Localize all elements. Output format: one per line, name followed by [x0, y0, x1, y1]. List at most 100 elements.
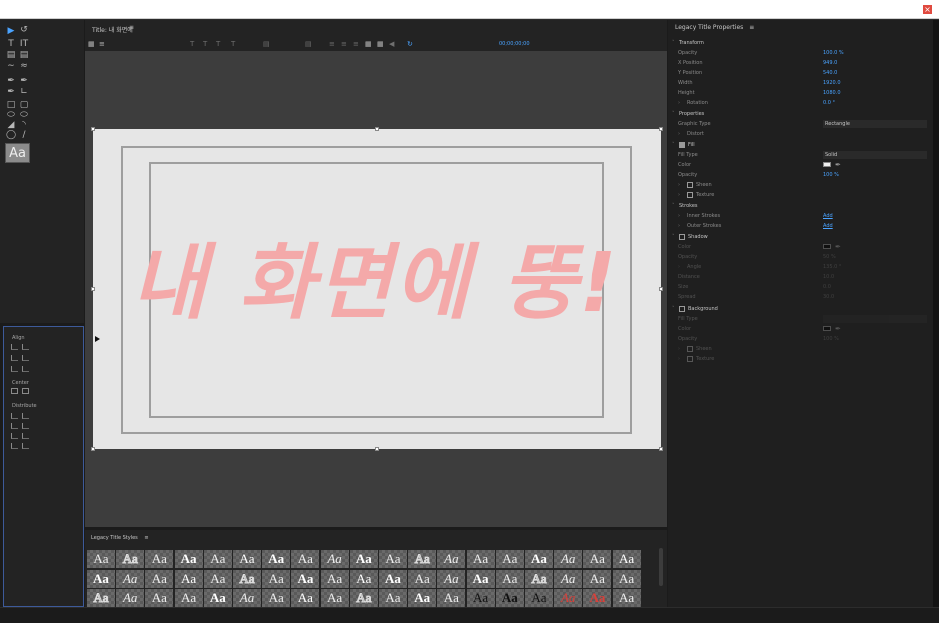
fill-color-swatch[interactable]	[823, 162, 831, 167]
resize-handle-r[interactable]	[659, 287, 663, 291]
clipped-rect-tool-icon[interactable]: ⬭	[5, 110, 17, 120]
style-swatch[interactable]: Aa	[466, 569, 495, 588]
area-type-tool-icon[interactable]: ▤	[5, 50, 17, 60]
style-swatch[interactable]: Aa	[145, 569, 174, 588]
underline-icon[interactable]: T	[216, 40, 220, 48]
align-right-icon[interactable]	[11, 366, 18, 372]
style-swatch[interactable]: Aa	[87, 569, 115, 588]
arc-tool-icon[interactable]: ◝	[18, 120, 30, 130]
style-swatch[interactable]: Aa	[495, 569, 524, 588]
properties-menu-icon[interactable]: ≡	[749, 24, 754, 31]
vertical-area-type-tool-icon[interactable]: ▤	[18, 50, 30, 60]
align-bottom-icon[interactable]	[22, 366, 29, 372]
style-swatch[interactable]: Aa	[408, 589, 437, 607]
prop-row[interactable]: › Outer Strokes Add	[668, 221, 933, 231]
tab-stops-icon[interactable]: ▦	[365, 40, 372, 48]
rounded-rect2-tool-icon[interactable]: ⬭	[18, 110, 30, 120]
prop-row[interactable]: › Inner Strokes Add	[668, 211, 933, 221]
style-swatch[interactable]: Aa	[554, 589, 583, 607]
style-swatch[interactable]: Aa	[116, 569, 145, 588]
style-swatch[interactable]: Aa	[466, 550, 495, 568]
distribute-left-icon[interactable]	[11, 413, 18, 419]
title-viewport[interactable]: 내 화면에 뚱!	[85, 51, 667, 527]
center-horizontal-icon[interactable]	[11, 388, 18, 394]
style-swatch[interactable]: Aa	[495, 550, 524, 568]
sync-icon[interactable]: ↻	[407, 40, 413, 48]
style-swatch[interactable]: Aa	[87, 589, 115, 607]
styles-menu-icon[interactable]: ≡	[144, 535, 148, 541]
roll-crawl-icon[interactable]: ≡	[99, 40, 105, 48]
style-swatch[interactable]: Aa	[525, 589, 553, 607]
leading-icon[interactable]: ▤	[305, 40, 312, 48]
distribute-even-v-icon[interactable]	[22, 443, 29, 449]
distribute-even-h-icon[interactable]	[11, 443, 18, 449]
style-swatch[interactable]: Aa	[466, 589, 495, 607]
texture-checkbox[interactable]	[687, 191, 693, 198]
resize-handle-br[interactable]	[659, 447, 663, 451]
bold-icon[interactable]: T	[190, 40, 194, 48]
shadow-color-swatch[interactable]	[823, 244, 831, 249]
transform-section[interactable]: ˅ Transform	[668, 38, 933, 48]
center-vertical-icon[interactable]	[22, 388, 29, 394]
font-size-icon[interactable]: T	[231, 40, 235, 48]
add-inner-stroke-link[interactable]: Add	[823, 211, 833, 221]
title-menu-icon[interactable]: ≡	[129, 24, 134, 31]
style-swatch[interactable]: Aa	[554, 550, 583, 568]
rectangle-tool-icon[interactable]: □	[5, 100, 17, 110]
style-swatch[interactable]: Aa	[379, 589, 407, 607]
distribute-right-icon[interactable]	[11, 433, 18, 439]
add-outer-stroke-link[interactable]: Add	[823, 221, 833, 231]
style-swatch[interactable]: Aa	[262, 569, 291, 588]
shadow-section[interactable]: ˅ Shadow	[668, 232, 933, 242]
align-top-icon[interactable]	[11, 355, 18, 361]
delete-anchor-tool-icon[interactable]: ✒	[5, 87, 17, 97]
selection-tool-icon[interactable]: ▶	[5, 26, 17, 36]
style-swatch[interactable]: Aa	[349, 589, 378, 607]
style-swatch[interactable]: Aa	[174, 569, 203, 588]
style-swatch[interactable]: Aa	[349, 569, 378, 588]
prev-frame-icon[interactable]: ◀	[389, 40, 394, 48]
style-swatch[interactable]: Aa	[145, 589, 174, 607]
style-swatch[interactable]: Aa	[174, 550, 203, 568]
prop-row[interactable]: › Texture	[668, 190, 933, 200]
rounded-rect-tool-icon[interactable]: ▢	[18, 100, 30, 110]
resize-handle-tl[interactable]	[91, 127, 95, 131]
style-swatch[interactable]: Aa	[320, 589, 349, 607]
style-swatch[interactable]: Aa	[87, 550, 115, 568]
style-swatch[interactable]: Aa	[437, 589, 466, 607]
show-video-icon[interactable]: ▦	[377, 40, 384, 48]
timecode[interactable]: 00;00;00;00	[499, 41, 530, 47]
rotation-tool-icon[interactable]: ↺	[18, 25, 30, 35]
shadow-checkbox[interactable]	[679, 233, 685, 240]
style-swatch[interactable]: Aa	[583, 550, 612, 568]
style-swatch[interactable]: Aa	[116, 550, 145, 568]
style-swatch[interactable]: Aa	[612, 569, 641, 588]
distribute-top-icon[interactable]	[22, 413, 29, 419]
line-tool-icon[interactable]: ∕	[18, 130, 30, 140]
style-sample-swatch[interactable]: Aa	[5, 143, 30, 163]
title-canvas[interactable]: 내 화면에 뚱!	[91, 127, 663, 451]
convert-anchor-tool-icon[interactable]: ∟	[18, 87, 30, 97]
style-swatch[interactable]: Aa	[291, 569, 320, 588]
fill-opacity-value[interactable]: 100 %	[823, 170, 839, 180]
pen-tool-icon[interactable]: ✒	[5, 76, 17, 86]
align-middle-icon[interactable]	[22, 355, 29, 361]
style-swatch[interactable]: Aa	[262, 589, 291, 607]
style-swatch[interactable]: Aa	[583, 589, 612, 607]
wedge-tool-icon[interactable]: ◢	[5, 120, 17, 130]
style-swatch[interactable]: Aa	[203, 550, 232, 568]
y-position-value[interactable]: 540.0	[823, 68, 837, 78]
style-swatch[interactable]: Aa	[379, 550, 407, 568]
style-swatch[interactable]: Aa	[203, 569, 232, 588]
distribute-bottom-icon[interactable]	[22, 433, 29, 439]
style-swatch[interactable]: Aa	[437, 569, 466, 588]
style-swatch[interactable]: Aa	[320, 550, 349, 568]
align-center-icon[interactable]	[22, 344, 29, 350]
strokes-section[interactable]: ˅ Strokes	[668, 201, 933, 211]
style-swatch[interactable]: Aa	[525, 550, 553, 568]
style-swatch[interactable]: Aa	[116, 589, 145, 607]
style-swatch[interactable]: Aa	[612, 589, 641, 607]
style-swatch[interactable]: Aa	[233, 550, 261, 568]
background-section[interactable]: ˅ Background	[668, 304, 933, 314]
close-button[interactable]: ×	[923, 5, 932, 14]
